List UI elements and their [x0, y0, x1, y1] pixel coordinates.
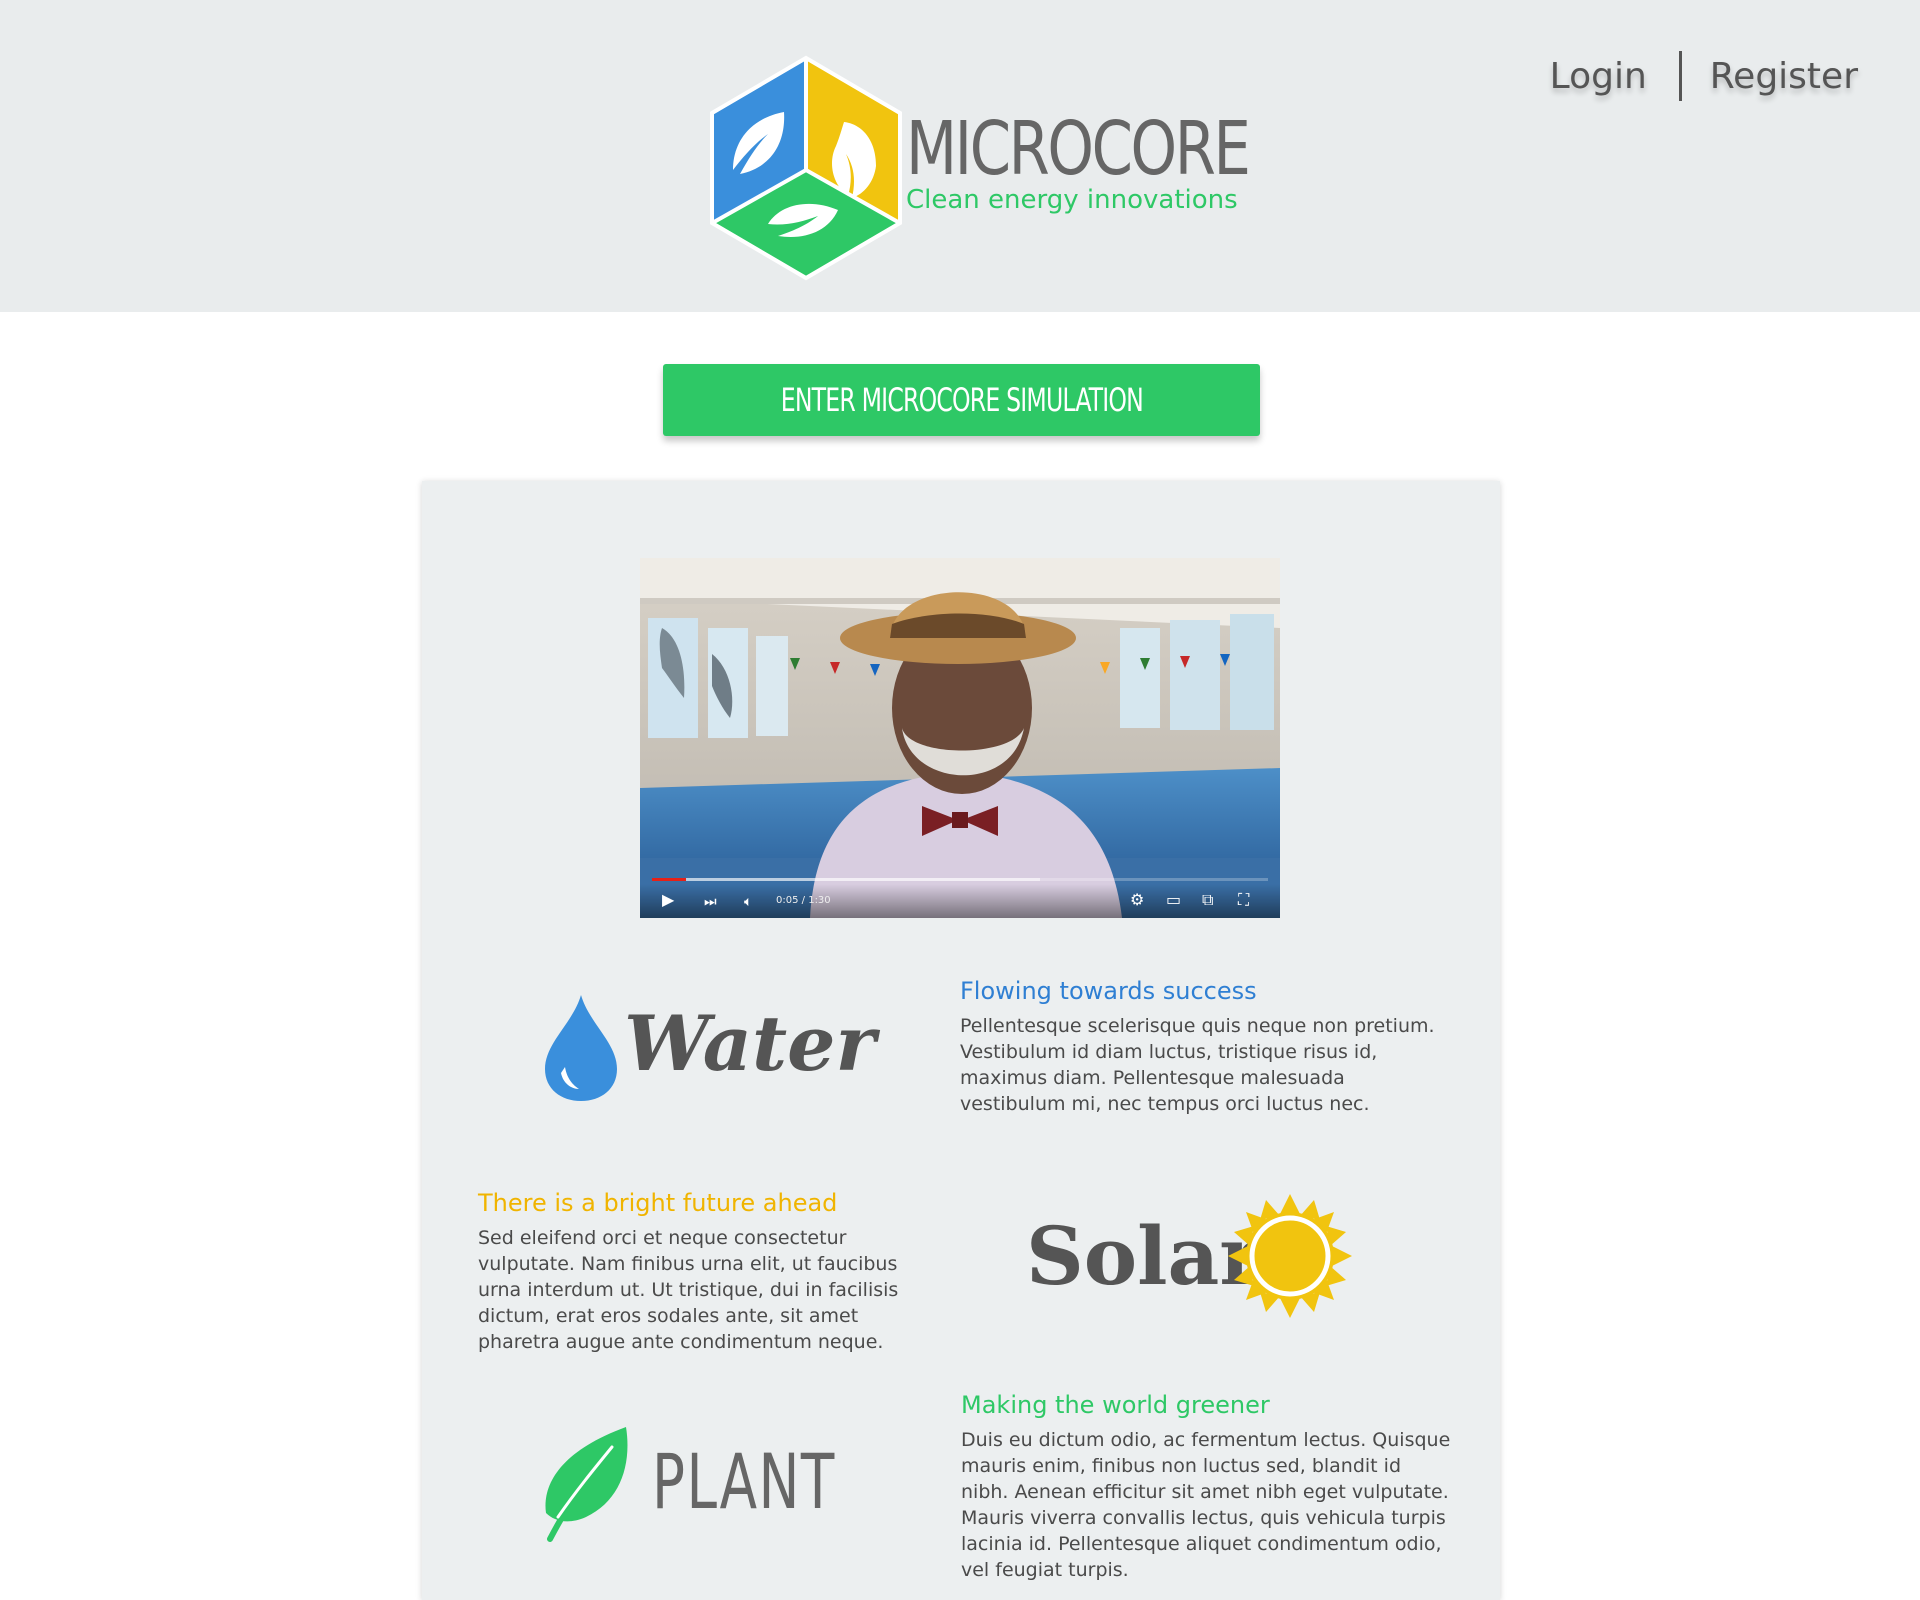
feature-solar-body: Sed eleifend orci et neque consectetur v… — [478, 1227, 899, 1353]
site-header: MICROCORE Clean energy innovations Login… — [0, 0, 1920, 312]
play-icon[interactable]: ▶ — [662, 892, 674, 910]
video-frame — [640, 558, 1280, 918]
video-played — [652, 878, 686, 881]
microcore-logo-icon[interactable] — [706, 52, 906, 284]
nav-divider — [1678, 51, 1682, 101]
video-time: 0:05 / 1:30 — [776, 895, 831, 906]
register-link[interactable]: Register — [1710, 56, 1858, 97]
theater-mode-icon[interactable]: ▭ — [1166, 892, 1181, 910]
video-buffered — [652, 878, 1041, 881]
settings-icon[interactable]: ⚙ — [1130, 892, 1144, 910]
volume-icon[interactable]: 🔈︎ — [744, 892, 752, 910]
fullscreen-icon[interactable]: ⛶ — [1238, 892, 1249, 910]
feature-solar-heading: There is a bright future ahead — [478, 1189, 838, 1217]
sun-icon — [1228, 1194, 1352, 1318]
leaf-icon — [545, 1427, 628, 1542]
solar-emblem-text: Solar — [1026, 1209, 1262, 1303]
next-icon[interactable]: ⏭ — [704, 892, 717, 910]
video-current-time: 0:05 — [776, 895, 799, 906]
video-player[interactable]: ▶ ⏭ 🔈︎ 0:05 / 1:30 ⚙ ▭ ⧉ ⛶ — [640, 558, 1280, 918]
brand-name: MICROCORE — [906, 106, 1251, 192]
enter-simulation-button[interactable]: ENTER MICROCORE SIMULATION — [663, 364, 1260, 436]
water-emblem-text: Water — [624, 999, 876, 1088]
content-panel: ▶ ⏭ 🔈︎ 0:05 / 1:30 ⚙ ▭ ⧉ ⛶ Water Flowing… — [422, 481, 1500, 1600]
video-progress-bar[interactable] — [652, 878, 1268, 881]
feature-water-body: Pellentesque scelerisque quis neque non … — [960, 1015, 1435, 1115]
video-time-separator: / — [798, 895, 809, 906]
feature-plant-body: Duis eu dictum odio, ac fermentum lectus… — [961, 1429, 1451, 1581]
enter-simulation-label: ENTER MICROCORE SIMULATION — [780, 381, 1143, 419]
login-link[interactable]: Login — [1550, 56, 1647, 97]
auth-nav: Login Register — [1550, 50, 1858, 102]
feature-plant-heading: Making the world greener — [961, 1391, 1270, 1419]
video-duration: 1:30 — [808, 895, 831, 906]
water-drop-icon — [545, 995, 617, 1101]
brand-tagline: Clean energy innovations — [906, 185, 1238, 215]
video-controls: ▶ ⏭ 🔈︎ 0:05 / 1:30 ⚙ ▭ ⧉ ⛶ — [640, 884, 1280, 918]
cast-icon[interactable]: ⧉ — [1202, 892, 1213, 910]
plant-emblem-text: PLANT — [652, 1437, 836, 1526]
feature-water-heading: Flowing towards success — [960, 977, 1257, 1005]
